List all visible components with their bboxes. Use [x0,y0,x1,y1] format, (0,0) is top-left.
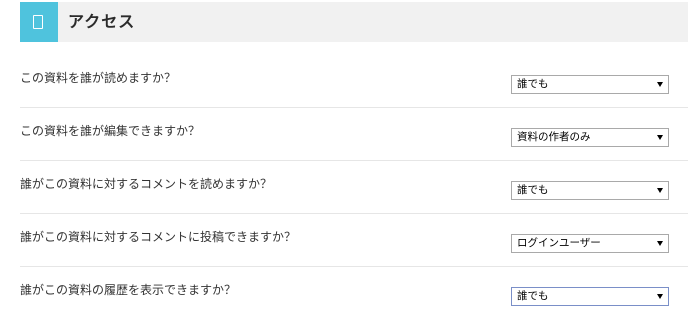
comment-post-permission-select[interactable]: ログインユーザー [511,234,669,253]
select-value: ログインユーザー [517,237,601,249]
setting-question: 誰がこの資料に対するコメントに投稿できますか？ [20,230,297,244]
select-value: 資料の作者のみ [517,131,591,143]
edit-permission-select[interactable]: 資料の作者のみ [511,128,669,147]
setting-row-read: この資料を誰が読めますか？ 誰でも [20,55,688,108]
dropdown-arrow-icon [657,135,663,140]
setting-row-edit: この資料を誰が編集できますか？ 資料の作者のみ [20,108,688,161]
comment-read-permission-select[interactable]: 誰でも [511,181,669,200]
setting-question: 誰がこの資料の履歴を表示できますか？ [20,283,237,297]
setting-question: 誰がこの資料に対するコメントを読めますか？ [20,177,273,191]
dropdown-arrow-icon [657,294,663,299]
history-permission-select[interactable]: 誰でも [511,287,669,306]
section-icon-box [20,2,58,42]
setting-row-history: 誰がこの資料の履歴を表示できますか？ 誰でも [20,267,688,316]
select-value: 誰でも [517,78,549,90]
access-section-header: アクセス [20,2,688,42]
setting-row-comment-post: 誰がこの資料に対するコメントに投稿できますか？ ログインユーザー [20,214,688,267]
setting-question: この資料を誰が読めますか？ [20,71,177,85]
dropdown-arrow-icon [657,241,663,246]
read-permission-select[interactable]: 誰でも [511,75,669,94]
setting-question: この資料を誰が編集できますか？ [20,124,201,138]
select-value: 誰でも [517,290,549,302]
section-title: アクセス [68,12,136,31]
dropdown-arrow-icon [657,82,663,87]
document-icon [33,15,43,29]
select-value: 誰でも [517,184,549,196]
setting-row-comment-read: 誰がこの資料に対するコメントを読めますか？ 誰でも [20,161,688,214]
dropdown-arrow-icon [657,188,663,193]
